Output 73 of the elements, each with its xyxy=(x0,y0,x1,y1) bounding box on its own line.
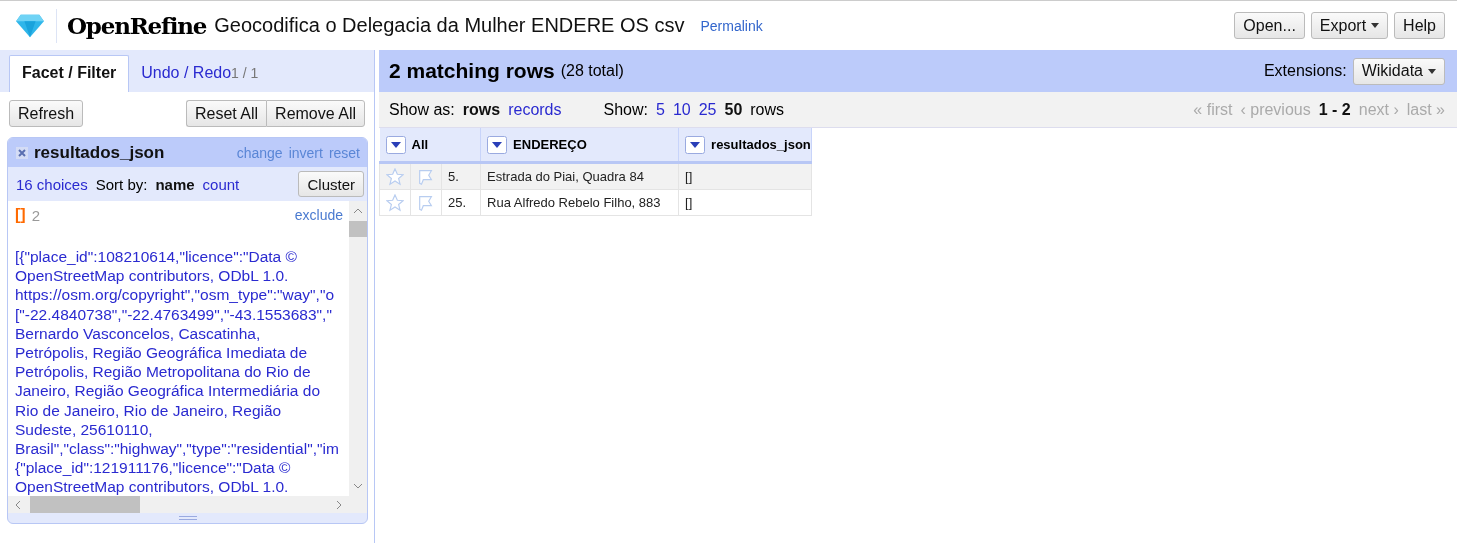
choice-count: 2 xyxy=(31,206,40,224)
cluster-button[interactable]: Cluster xyxy=(298,171,364,197)
dropdown-icon[interactable] xyxy=(685,135,706,154)
rows-label: rows xyxy=(750,100,785,119)
sort-option-link[interactable]: name xyxy=(155,175,195,193)
choice-text-line[interactable]: {"place_id":121911176,"licence":"Data © xyxy=(15,458,343,478)
page-size-link[interactable]: 10 xyxy=(672,100,691,119)
permalink-link[interactable]: Permalink xyxy=(700,17,763,34)
table-cell: Estrada do Piai, Quadra 84 xyxy=(480,162,679,190)
star-icon[interactable] xyxy=(386,193,404,212)
column-header[interactable]: resultados_json xyxy=(678,128,812,163)
choice-text-line[interactable]: OpenStreetMap contributors, ODbL 1.0. xyxy=(15,266,343,286)
reset-all-button[interactable]: Reset All xyxy=(185,100,267,127)
choice-text-line[interactable]: ["-22.4840738","-22.4763499","-43.1553683"," xyxy=(15,304,343,324)
vertical-scrollbar[interactable] xyxy=(349,201,367,496)
choice-text-line[interactable]: https://osm.org/copyright","osm_type":"way","o xyxy=(15,285,343,305)
row-index: 25. xyxy=(447,194,468,212)
scroll-up-icon[interactable] xyxy=(352,207,364,215)
total-rows-count: (28 total) xyxy=(560,62,624,80)
show-label: Show: xyxy=(603,100,648,119)
choice-text-line[interactable]: Brasil","class":"highway","type":"residential","im xyxy=(15,439,343,459)
facet-title: resultados_json xyxy=(34,143,165,163)
scrollbar-thumb[interactable] xyxy=(349,221,367,237)
diamond-logo-icon xyxy=(14,12,46,39)
extensions-menu-button[interactable]: Wikidata xyxy=(1352,57,1445,85)
choice-text-line[interactable]: Janeiro, Região Geográfica Intermediária do xyxy=(15,381,343,401)
close-icon[interactable] xyxy=(16,147,28,159)
column-header[interactable]: ENDEREÇO xyxy=(480,128,679,163)
dropdown-icon[interactable] xyxy=(385,135,406,154)
view-mode-link[interactable]: records xyxy=(508,100,562,119)
page-size-link[interactable]: 50 xyxy=(724,100,743,119)
view-mode-link[interactable]: rows xyxy=(462,100,501,119)
choice-text-line[interactable]: Bernardo Vasconcelos, Cascatinha, xyxy=(15,323,343,343)
exclude-link[interactable]: exclude xyxy=(294,207,343,223)
scroll-left-icon[interactable] xyxy=(14,498,22,511)
resize-grip-icon[interactable] xyxy=(178,516,197,520)
choice-text-line[interactable]: Petrópolis, Região Metropolitana do Rio de xyxy=(15,362,343,382)
sort-label: Sort by: xyxy=(95,175,148,193)
choices-count-link[interactable]: 16 choices xyxy=(16,175,88,193)
star-icon[interactable] xyxy=(386,167,404,186)
scrollbar-thumb[interactable] xyxy=(30,496,140,513)
flag-icon[interactable] xyxy=(417,167,435,186)
show-as-label: Show as: xyxy=(389,100,455,119)
table-cell: [] xyxy=(678,162,812,190)
header-menu-button[interactable]: Export xyxy=(1310,12,1389,39)
scroll-down-icon[interactable] xyxy=(352,482,364,490)
header-menu-button[interactable]: Open... xyxy=(1234,12,1305,39)
matching-rows-title: 2 matching rows xyxy=(389,59,555,83)
header-menu-button[interactable]: Help xyxy=(1394,12,1445,39)
page-size-link[interactable]: 25 xyxy=(698,100,717,119)
table-cell: [] xyxy=(678,189,812,216)
app-name: OpenRefine xyxy=(67,12,207,39)
row-index: 5. xyxy=(447,168,460,186)
panel-tab[interactable]: Undo / Redo1 / 1 xyxy=(129,56,271,92)
extensions-label: Extensions: xyxy=(1263,62,1347,80)
column-header[interactable]: All xyxy=(379,128,481,163)
choice-text-line[interactable]: Petrópolis, Região Geográfica Imediata de xyxy=(15,343,343,363)
horizontal-scrollbar[interactable] xyxy=(8,496,367,513)
project-title[interactable]: Geocodifica o Delegacia da Mulher ENDERE OS csv xyxy=(214,14,685,37)
dropdown-icon[interactable] xyxy=(487,135,508,154)
remove-all-button[interactable]: Remove All xyxy=(266,100,365,127)
page-size-link[interactable]: 5 xyxy=(656,100,665,119)
choice-text-line[interactable]: [{"place_id":108210614,"licence":"Data © xyxy=(15,247,343,267)
choice-text-line[interactable]: Rio de Janeiro, Rio de Janeiro, Região xyxy=(15,400,343,420)
panel-tab[interactable]: Facet / Filter xyxy=(9,55,130,92)
scroll-right-icon[interactable] xyxy=(335,498,343,511)
table-cell: Rua Alfredo Rebelo Filho, 883 xyxy=(480,189,679,216)
choice-text-line[interactable]: OpenStreetMap contributors, ODbL 1.0. xyxy=(15,477,343,496)
sort-option-link[interactable]: count xyxy=(202,175,240,193)
refresh-button[interactable]: Refresh xyxy=(9,100,84,127)
choice-text-line[interactable]: Sudeste, 25610110, xyxy=(15,419,343,440)
page-range: 1 - 2 xyxy=(1318,100,1351,119)
flag-icon[interactable] xyxy=(417,193,435,212)
